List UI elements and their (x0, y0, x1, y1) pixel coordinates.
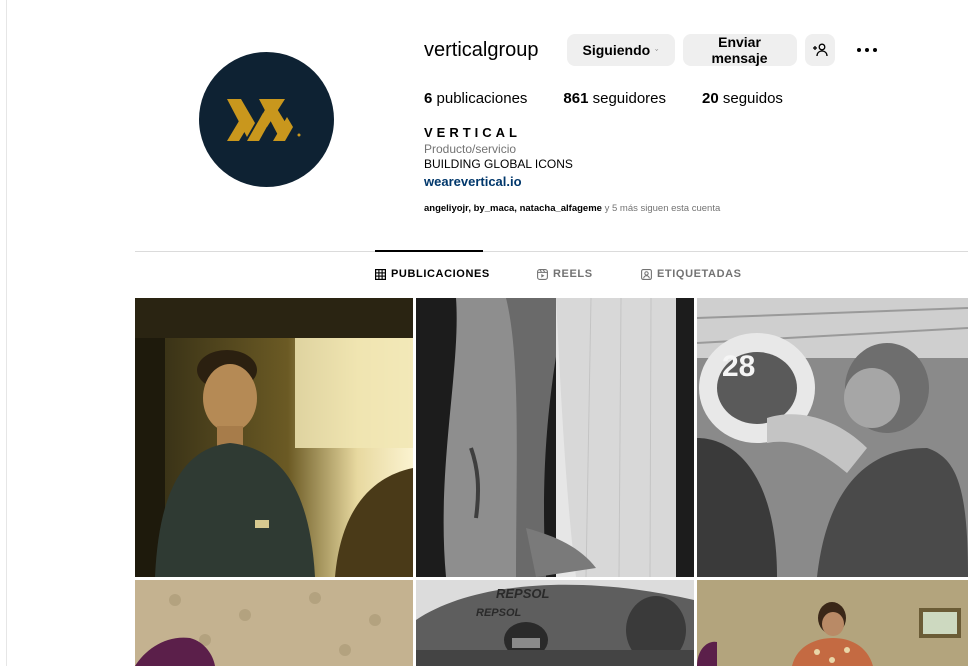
suggest-similar-button[interactable] (804, 34, 835, 66)
profile-stats: 6 publicaciones 861 seguidores 20 seguid… (424, 90, 819, 107)
post-thumbnail[interactable] (135, 580, 413, 666)
svg-text:28: 28 (722, 350, 755, 383)
tab-tagged-label: ETIQUETADAS (657, 268, 742, 280)
page-left-border (6, 0, 7, 666)
post-image-portrait-car (135, 298, 413, 577)
following-stat[interactable]: 20 seguidos (702, 90, 783, 107)
grid-icon (375, 268, 386, 280)
post-image-room-portrait (697, 580, 968, 666)
tab-reels-label: REELS (553, 268, 593, 280)
post-thumbnail[interactable]: REPSOL REPSOL (416, 580, 694, 666)
tab-tagged[interactable]: ETIQUETADAS (641, 268, 742, 280)
chevron-down-icon (655, 49, 659, 51)
following-label: Siguiendo (582, 42, 651, 58)
followed-by-rest: y 5 más siguen esta cuenta (601, 203, 721, 214)
add-person-icon (812, 43, 828, 57)
tab-posts-label: PUBLICACIONES (391, 268, 490, 280)
profile-header: verticalgroup Siguiendo Enviar mensaje (424, 34, 881, 66)
post-image-rider-embrace: 28 (697, 298, 968, 577)
post-thumbnail[interactable] (697, 580, 968, 666)
following-stat-label: seguidos (722, 90, 783, 107)
following-count: 20 (702, 90, 719, 107)
send-message-button[interactable]: Enviar mensaje (682, 34, 797, 66)
post-image-wallpaper-knit (135, 580, 413, 666)
followers-count: 861 (563, 90, 589, 107)
post-thumbnail[interactable] (416, 298, 694, 577)
profile-website-link[interactable]: wearevertical.io (424, 174, 522, 189)
followed-by-users: angeliyojr, by_maca, natacha_alfageme (424, 203, 602, 214)
username: verticalgroup (424, 38, 539, 61)
posts-label: publicaciones (436, 90, 528, 107)
posts-stat: 6 publicaciones (424, 90, 527, 107)
posts-count: 6 (424, 90, 433, 107)
reels-icon (537, 268, 548, 280)
profile-bio-text: BUILDING GLOBAL ICONS (424, 157, 573, 171)
profile-category: Producto/servicio (424, 142, 517, 156)
post-thumbnail[interactable] (135, 298, 413, 577)
active-tab-indicator (375, 250, 483, 252)
post-image-repsol-umbrella: REPSOL REPSOL (416, 580, 694, 666)
profile-display-name: VERTICAL (424, 125, 521, 140)
post-thumbnail[interactable]: 28 (697, 298, 968, 577)
tab-posts[interactable]: PUBLICACIONES (375, 268, 490, 280)
tabs-divider (135, 251, 968, 252)
followers-stat[interactable]: 861 seguidores (563, 90, 666, 107)
following-button[interactable]: Siguiendo (566, 34, 675, 66)
post-image-arm-closeup (416, 298, 694, 577)
more-options-button[interactable] (853, 36, 881, 64)
profile-tabs: PUBLICACIONES REELS ETIQUETADAS (0, 268, 968, 284)
vertical-logo-icon (226, 98, 300, 141)
svg-text:REPSOL: REPSOL (476, 607, 522, 619)
profile-avatar[interactable] (199, 52, 334, 187)
followers-label: seguidores (592, 90, 667, 107)
followed-by-text[interactable]: angeliyojr, by_maca, natacha_alfageme y … (424, 203, 720, 214)
svg-text:REPSOL: REPSOL (496, 586, 550, 601)
tab-reels[interactable]: REELS (537, 268, 593, 280)
tagged-icon (641, 268, 652, 280)
more-dots-icon (856, 48, 877, 52)
